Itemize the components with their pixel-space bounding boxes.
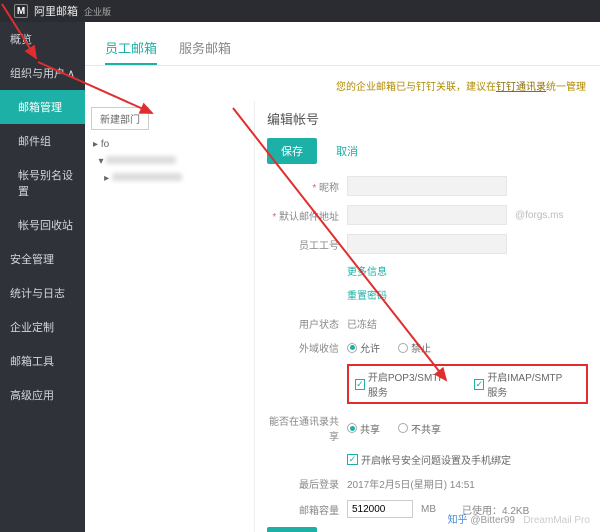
sidebar-item-advanced[interactable]: 高级应用 [0, 378, 85, 412]
sidebar-item-mail-group[interactable]: 邮件组 [0, 124, 85, 158]
radio-icon [347, 343, 357, 353]
tree-item[interactable]: ▸ [91, 170, 248, 187]
sidebar-item-label: 组织与用户 [10, 65, 65, 81]
radio-allow-label: 允许 [360, 340, 380, 355]
save-button-bottom[interactable]: 保存 [267, 527, 317, 532]
radio-share-yes-label: 共享 [360, 421, 380, 436]
checkbox-icon [474, 379, 484, 390]
notice-bar: 您的企业邮箱已与钉钉关联，建议在钉钉通讯录统一管理 [85, 70, 600, 101]
sidebar-item-tools[interactable]: 邮箱工具 [0, 344, 85, 378]
empid-input[interactable] [347, 234, 507, 254]
sidebar: 概览 组织与用户 ∧ 邮箱管理 邮件组 帐号别名设置 帐号回收站 安全管理 统计… [0, 22, 85, 532]
blurred-name [112, 173, 182, 181]
chk-pop3-label: 开启POP3/SMTP服务 [368, 369, 453, 399]
quota-input[interactable] [347, 500, 413, 518]
userstatus-value: 已冻结 [347, 316, 588, 331]
radio-share-yes[interactable]: 共享 [347, 421, 380, 436]
form-title: 编辑帐号 [267, 109, 588, 128]
watermark-handle: @Bitter99 [470, 515, 515, 526]
tabs: 员工邮箱 服务邮箱 [85, 22, 600, 66]
userstatus-label: 用户状态 [267, 316, 339, 331]
notice-link[interactable]: 钉钉通讯录 [496, 82, 546, 93]
chk-pop3[interactable]: 开启POP3/SMTP服务 [355, 369, 452, 399]
watermark: 知乎 @Bitter99 DreamMail Pro [448, 511, 590, 526]
empid-label: 员工工号 [267, 237, 339, 252]
brand-sub: 企业版 [84, 5, 111, 18]
radio-icon [347, 423, 357, 433]
radio-icon [398, 343, 408, 353]
quota-label: 邮箱容量 [267, 502, 339, 517]
tree-root-label: fo [101, 139, 109, 150]
radio-forbid[interactable]: 禁止 [398, 340, 431, 355]
quota-unit: MB [421, 504, 436, 515]
blurred-name [106, 156, 176, 164]
chk-imap[interactable]: 开启IMAP/SMTP服务 [474, 369, 570, 399]
lastlogin-value: 2017年2月5日(星期日) 14:51 [347, 476, 588, 491]
save-button[interactable]: 保存 [267, 138, 317, 164]
content: 员工邮箱 服务邮箱 您的企业邮箱已与钉钉关联，建议在钉钉通讯录统一管理 新建部门… [85, 22, 600, 532]
radio-allow[interactable]: 允许 [347, 340, 380, 355]
chk-imap-label: 开启IMAP/SMTP服务 [487, 369, 570, 399]
watermark-app: DreamMail Pro [523, 515, 590, 526]
radio-share-no[interactable]: 不共享 [398, 421, 441, 436]
logo: M [14, 4, 28, 18]
default-addr-input[interactable] [347, 205, 507, 225]
cancel-button[interactable]: 取消 [326, 138, 368, 164]
default-addr-label: 默认邮件地址 [267, 208, 339, 223]
radio-forbid-label: 禁止 [411, 340, 431, 355]
sidebar-item-security[interactable]: 安全管理 [0, 242, 85, 276]
extmail-label: 外域收信 [267, 340, 339, 355]
edit-form: 编辑帐号 保存 取消 昵称 默认邮件地址@forgs.ms 员工工号 更多信息 … [255, 101, 600, 532]
sidebar-item-custom[interactable]: 企业定制 [0, 310, 85, 344]
radio-share-no-label: 不共享 [411, 421, 441, 436]
new-dept-button[interactable]: 新建部门 [91, 107, 149, 130]
sidebar-item-overview[interactable]: 概览 [0, 22, 85, 56]
tree-root[interactable]: ▸ fo [91, 136, 248, 153]
sidebar-item-stats[interactable]: 统计与日志 [0, 276, 85, 310]
zhihu-icon: 知乎 [448, 515, 468, 526]
topbar: M 阿里邮箱 企业版 [0, 0, 600, 22]
tree-item[interactable]: ▾ [91, 153, 248, 170]
notice-suffix: 统一管理 [546, 82, 586, 93]
sidebar-item-mail-mgmt[interactable]: 邮箱管理 [0, 90, 85, 124]
notice-prefix: 您的企业邮箱已与钉钉关联，建议在 [336, 82, 496, 93]
dept-tree: 新建部门 ▸ fo ▾ ▸ [85, 101, 255, 532]
share-label: 能否在通讯录共享 [267, 413, 339, 443]
reset-pwd-link[interactable]: 重置密码 [347, 287, 387, 302]
tab-service-mail[interactable]: 服务邮箱 [179, 32, 231, 65]
nickname-input[interactable] [347, 176, 507, 196]
sidebar-item-alias[interactable]: 帐号别名设置 [0, 158, 85, 208]
nickname-label: 昵称 [267, 179, 339, 194]
domain-hint: @forgs.ms [515, 210, 564, 221]
sidebar-item-org-users[interactable]: 组织与用户 ∧ [0, 56, 85, 90]
checkbox-icon [347, 454, 358, 465]
chevron-up-icon: ∧ [67, 67, 75, 80]
lastlogin-label: 最后登录 [267, 476, 339, 491]
more-info-link[interactable]: 更多信息 [347, 263, 387, 278]
tab-staff-mail[interactable]: 员工邮箱 [105, 32, 157, 65]
radio-icon [398, 423, 408, 433]
services-highlight: 开启POP3/SMTP服务 开启IMAP/SMTP服务 [347, 364, 588, 404]
cancel-button-bottom[interactable]: 取消 [326, 527, 368, 532]
chk-security[interactable]: 开启帐号安全问题设置及手机绑定 [347, 452, 511, 467]
brand: 阿里邮箱 [34, 3, 78, 19]
chk-security-label: 开启帐号安全问题设置及手机绑定 [361, 452, 511, 467]
checkbox-icon [355, 379, 365, 390]
sidebar-item-recycle[interactable]: 帐号回收站 [0, 208, 85, 242]
